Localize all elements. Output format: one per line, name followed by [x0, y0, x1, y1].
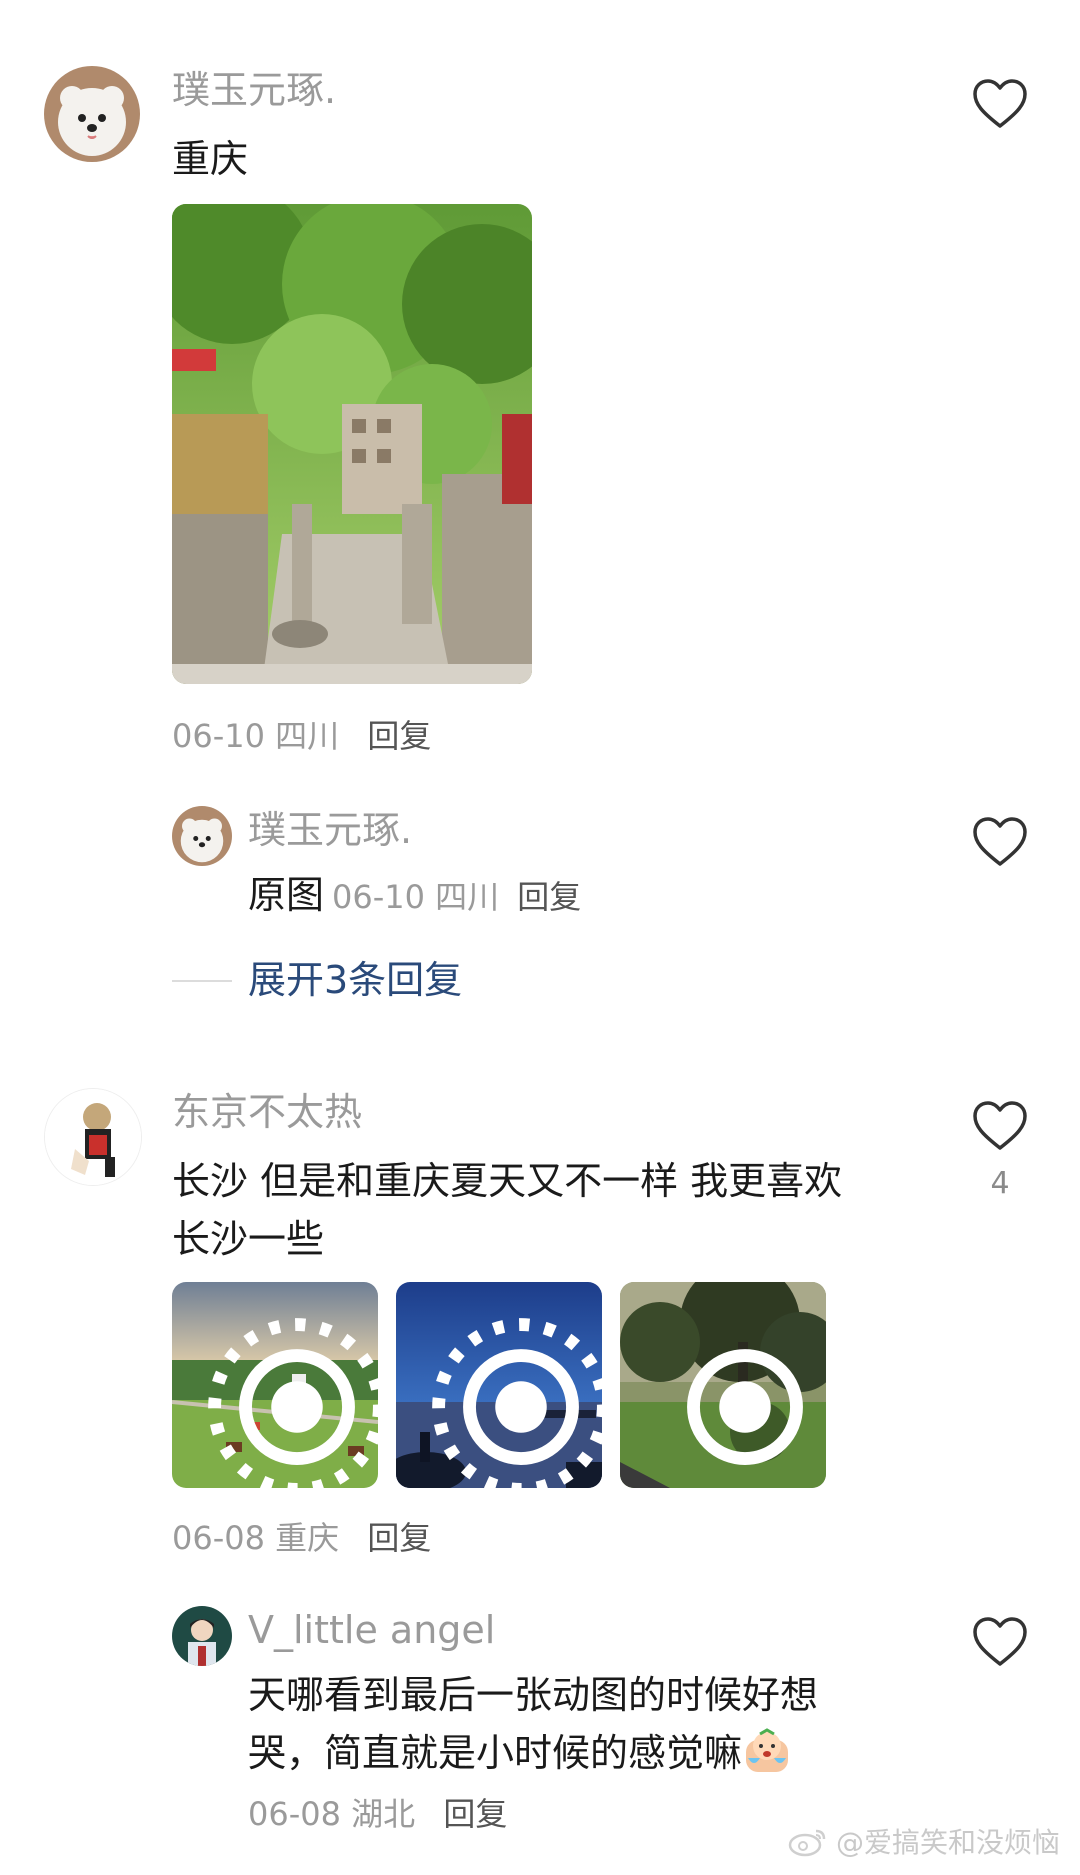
reply-button[interactable]: 回复 [443, 1795, 507, 1833]
comment-text-line: 哭，简直就是小时候的感觉嘛 [248, 1731, 743, 1775]
weibo-logo-icon [788, 1829, 826, 1857]
comment-text-line: 天哪看到最后一张动图的时候好想 [248, 1673, 819, 1717]
heart-outline-icon [973, 1617, 1027, 1666]
live-photo-icon [208, 1318, 378, 1488]
watermark-text: @爱搞笑和没烦恼 [835, 1826, 1060, 1859]
like-button[interactable] [972, 78, 1028, 130]
reply-line: 原图 06-10 四川 回复 [248, 866, 581, 924]
heart-outline-icon [973, 1101, 1027, 1150]
comment-thread: 璞玉元琢. 重庆 06-10 四川 回复 璞玉元琢. 原图 06-10 四川 回… [0, 0, 1080, 1875]
live-photo-thumbnail[interactable] [172, 1282, 378, 1488]
comment-meta: 06-10 四川 回复 [172, 716, 431, 756]
comment-username[interactable]: 璞玉元琢. [172, 68, 336, 112]
watermark: @爱搞笑和没烦恼 [788, 1821, 1060, 1861]
comment-date: 06-10 [172, 717, 265, 755]
crying-emoji-icon [744, 1728, 790, 1774]
live-photo-thumbnail[interactable] [620, 1282, 826, 1488]
comment-username[interactable]: V_little angel [248, 1608, 495, 1652]
comment-username[interactable]: 璞玉元琢. [248, 808, 412, 852]
live-photo-thumbnail[interactable] [396, 1282, 602, 1488]
comment-location: 湖北 [351, 1795, 416, 1833]
comment-text: 重庆 [172, 137, 249, 181]
comment-text-line: 长沙一些 [172, 1217, 325, 1261]
expand-divider [172, 980, 232, 982]
comment-text-line-2: 哭，简直就是小时候的感觉嘛 [248, 1724, 790, 1782]
comment-text: 原图 [248, 873, 325, 917]
expand-replies-button[interactable]: 展开3条回复 [248, 958, 462, 1002]
comment-meta: 06-08 湖北 回复 [248, 1794, 507, 1834]
avatar[interactable] [172, 806, 232, 866]
comment-username[interactable]: 东京不太热 [172, 1090, 362, 1134]
reply-button[interactable]: 回复 [367, 1519, 431, 1557]
like-button[interactable] [972, 816, 1028, 868]
comment-location: 四川 [275, 717, 340, 755]
comment-date: 06-08 [172, 1519, 265, 1557]
live-photo-icon [687, 1349, 803, 1465]
like-button[interactable] [972, 1616, 1028, 1668]
reply-button[interactable]: 回复 [367, 717, 431, 755]
comment-text-line: 长沙 但是和重庆夏天又不一样 我更喜欢 [172, 1159, 843, 1203]
heart-outline-icon [973, 79, 1027, 128]
comment-photo[interactable] [172, 204, 532, 684]
like-count: 4 [990, 1166, 1010, 1201]
comment-location: 重庆 [275, 1519, 340, 1557]
avatar[interactable] [172, 1606, 232, 1666]
comment-location: 四川 [435, 878, 500, 916]
heart-outline-icon [973, 817, 1027, 866]
reply-button[interactable]: 回复 [517, 878, 581, 916]
comment-date: 06-08 [248, 1795, 341, 1833]
avatar[interactable] [44, 66, 140, 162]
like-button[interactable] [972, 1100, 1028, 1152]
comment-date: 06-10 [332, 878, 425, 916]
comment-meta: 06-08 重庆 回复 [172, 1518, 431, 1558]
live-photo-icon [432, 1318, 602, 1488]
avatar[interactable] [44, 1088, 142, 1186]
